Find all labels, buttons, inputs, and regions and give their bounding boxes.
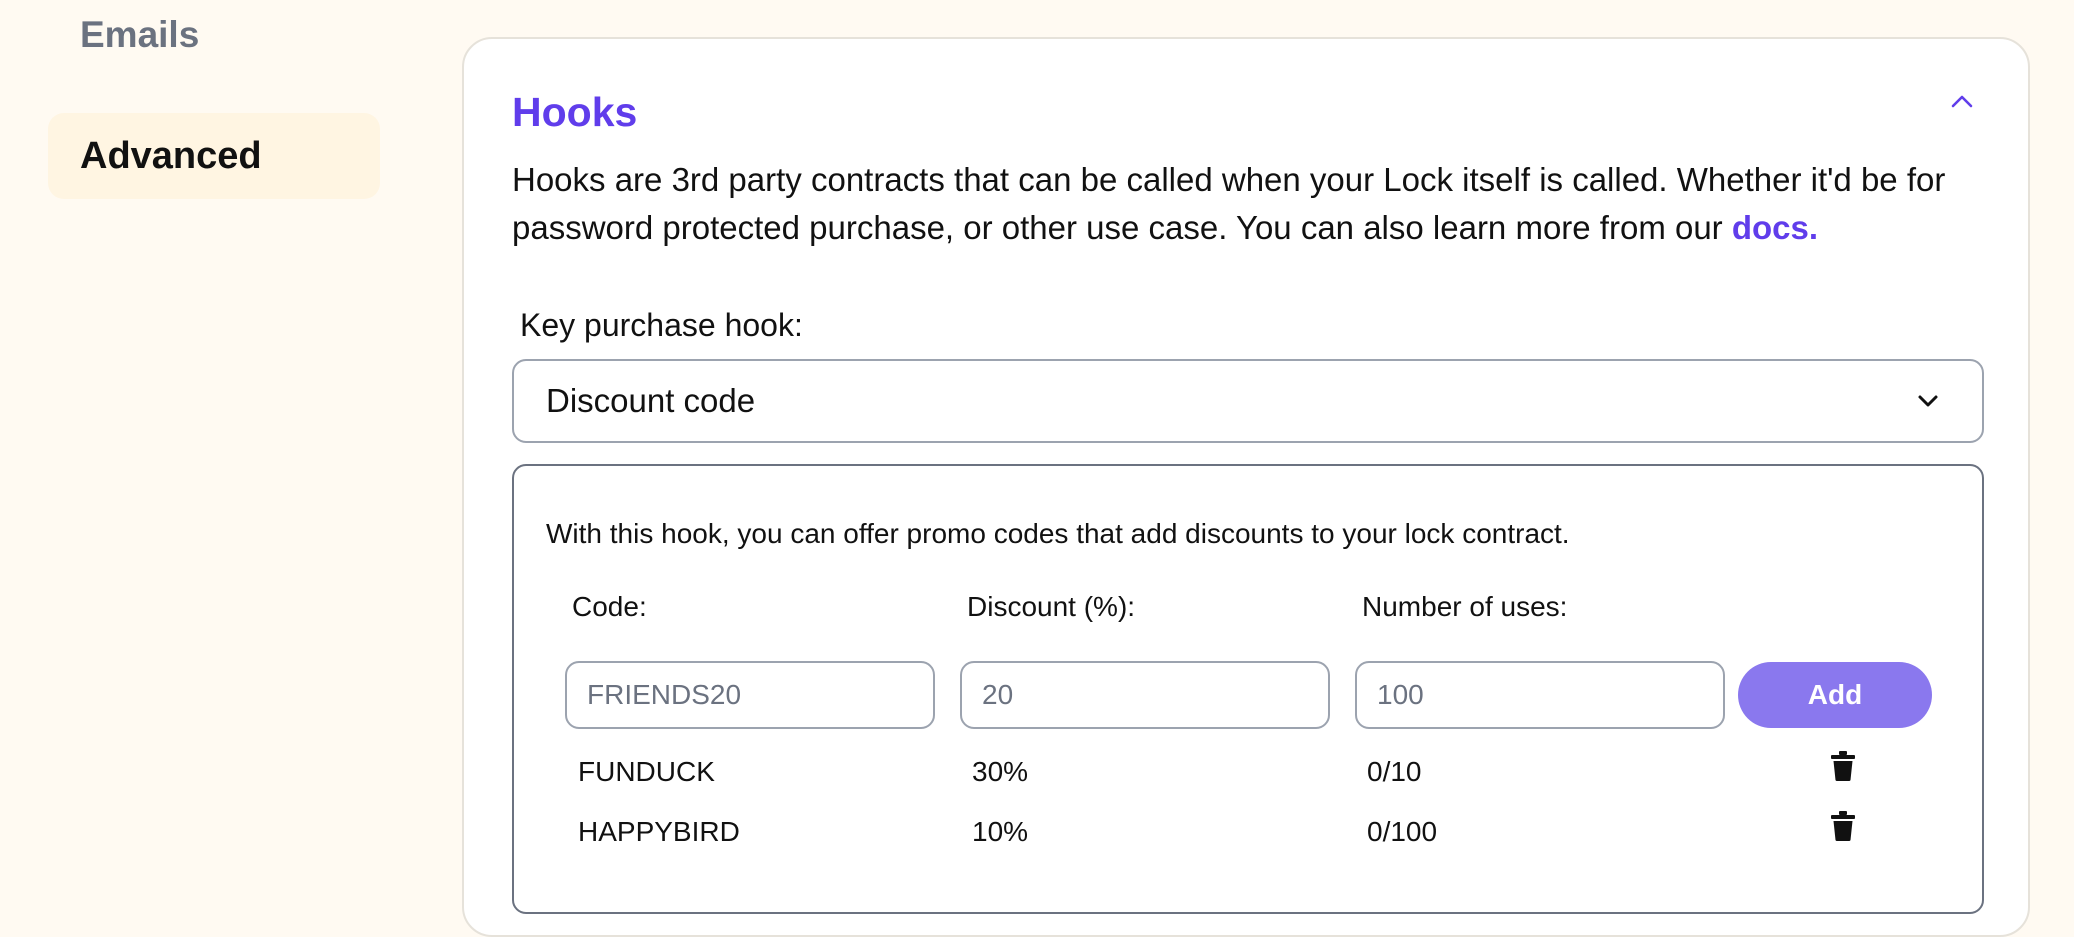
- discount-label: Discount (%):: [967, 591, 1136, 622]
- key-purchase-hook-select[interactable]: Discount code: [512, 359, 1984, 443]
- sidebar-item-label: Advanced: [80, 134, 262, 177]
- key-purchase-hook-label: Key purchase hook:: [520, 307, 803, 343]
- selected-hook-value: Discount code: [546, 382, 756, 419]
- hooks-panel: Hooks Hooks are 3rd party contracts that…: [462, 37, 2030, 937]
- section-title: Hooks: [512, 89, 638, 135]
- trash-icon[interactable]: [1830, 810, 1856, 842]
- docs-link[interactable]: docs.: [1732, 209, 1818, 246]
- discount-code-settings: With this hook, you can offer promo code…: [512, 464, 1984, 914]
- discount-value: 30%: [972, 756, 1029, 787]
- uses-label: Number of uses:: [1362, 591, 1568, 622]
- sidebar-item-emails[interactable]: Emails: [80, 14, 199, 56]
- code-value: FUNDUCK: [578, 756, 715, 787]
- hooks-description: Hooks are 3rd party contracts that can b…: [512, 156, 1982, 252]
- uses-value: 0/10: [1367, 756, 1422, 787]
- discount-input[interactable]: [960, 661, 1330, 729]
- uses-value: 0/100: [1367, 816, 1438, 847]
- discount-value: 10%: [972, 816, 1029, 847]
- discount-hook-description: With this hook, you can offer promo code…: [546, 518, 1570, 549]
- uses-input[interactable]: [1355, 661, 1725, 729]
- code-input[interactable]: [565, 661, 935, 729]
- settings-sidebar: Emails Advanced: [0, 0, 420, 914]
- code-label: Code:: [572, 591, 647, 622]
- chevron-down-icon: [1918, 395, 1938, 407]
- add-code-button[interactable]: Add: [1738, 662, 1932, 728]
- code-value: HAPPYBIRD: [578, 816, 740, 847]
- table-row: HAPPYBIRD 10% 0/100: [514, 811, 1982, 856]
- chevron-up-icon[interactable]: [1949, 91, 1975, 111]
- table-row: FUNDUCK 30% 0/10: [514, 751, 1982, 796]
- trash-icon[interactable]: [1830, 750, 1856, 782]
- sidebar-item-advanced[interactable]: Advanced: [48, 113, 380, 199]
- hooks-description-text: Hooks are 3rd party contracts that can b…: [512, 161, 1946, 246]
